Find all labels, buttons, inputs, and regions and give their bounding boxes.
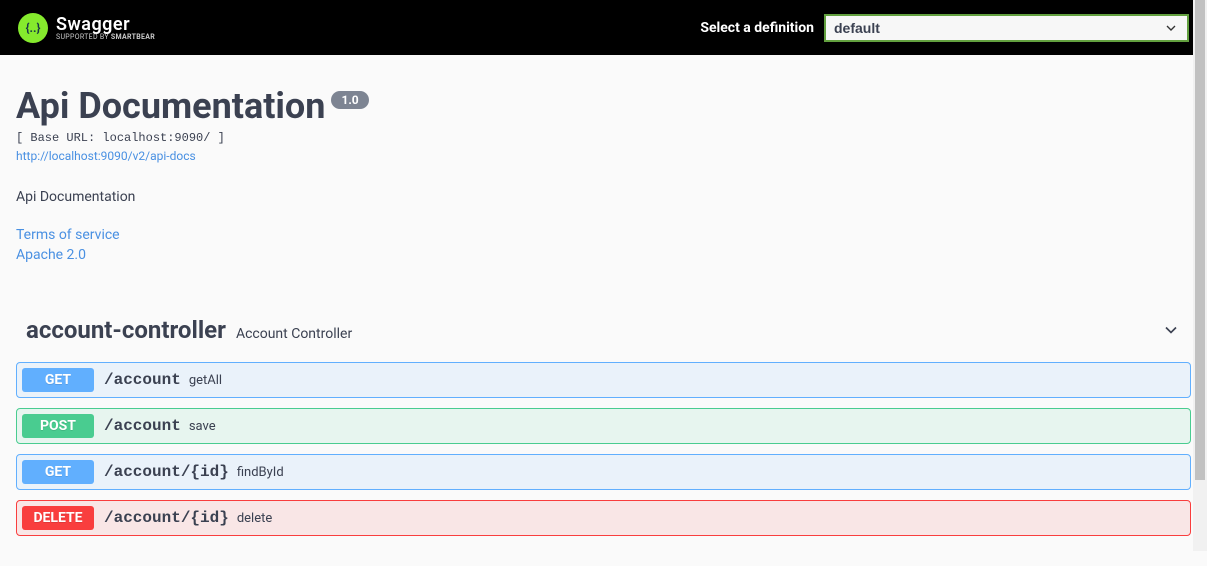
operation-row[interactable]: POST/account save [16, 408, 1191, 444]
license-link[interactable]: Apache 2.0 [16, 247, 1191, 263]
operation-path: /account [104, 371, 181, 389]
tag-header[interactable]: account-controller Account Controller [16, 308, 1191, 352]
api-docs-link[interactable]: http://localhost:9090/v2/api-docs [16, 149, 196, 163]
tag-description: Account Controller [236, 326, 352, 342]
definition-label: Select a definition [700, 20, 814, 36]
logo[interactable]: {..} Swagger Supported by SMARTBEAR [18, 13, 155, 43]
operation-path: /account/{id} [104, 509, 229, 527]
method-badge: GET [22, 460, 94, 484]
method-badge: GET [22, 368, 94, 392]
tag-section: account-controller Account Controller GE… [16, 308, 1191, 536]
terms-of-service-link[interactable]: Terms of service [16, 227, 1191, 243]
method-badge: POST [22, 414, 94, 438]
logo-main-text: Swagger [56, 14, 155, 35]
version-badge: 1.0 [331, 91, 368, 109]
operation-path: /account [104, 417, 181, 435]
chevron-down-icon [1161, 320, 1181, 340]
operation-row[interactable]: GET/account/{id} findById [16, 454, 1191, 490]
definition-select[interactable]: default [824, 14, 1189, 42]
api-description: Api Documentation [16, 189, 1191, 205]
operation-summary: findById [237, 465, 284, 480]
logo-sub-text: Supported by SMARTBEAR [56, 33, 155, 41]
operations-list: GET/account getAll POST/account save GET/acc… [16, 362, 1191, 536]
operation-row[interactable]: DELETE/account/{id} delete [16, 500, 1191, 536]
operation-row[interactable]: GET/account getAll [16, 362, 1191, 398]
operation-summary: getAll [189, 373, 222, 388]
base-url: [ Base URL: localhost:9090/ ] [16, 131, 1191, 145]
topbar: {..} Swagger Supported by SMARTBEAR Sele… [0, 0, 1207, 55]
operation-summary: save [189, 419, 216, 434]
scrollbar-track[interactable] [1193, 0, 1207, 551]
scrollbar-thumb[interactable] [1195, 0, 1205, 480]
page-title: Api Documentation [16, 85, 325, 127]
method-badge: DELETE [22, 506, 94, 530]
tag-name: account-controller [26, 316, 226, 344]
operation-path: /account/{id} [104, 463, 229, 481]
swagger-logo-icon: {..} [18, 13, 48, 43]
operation-summary: delete [237, 511, 272, 526]
definition-selector: Select a definition default [700, 14, 1189, 42]
